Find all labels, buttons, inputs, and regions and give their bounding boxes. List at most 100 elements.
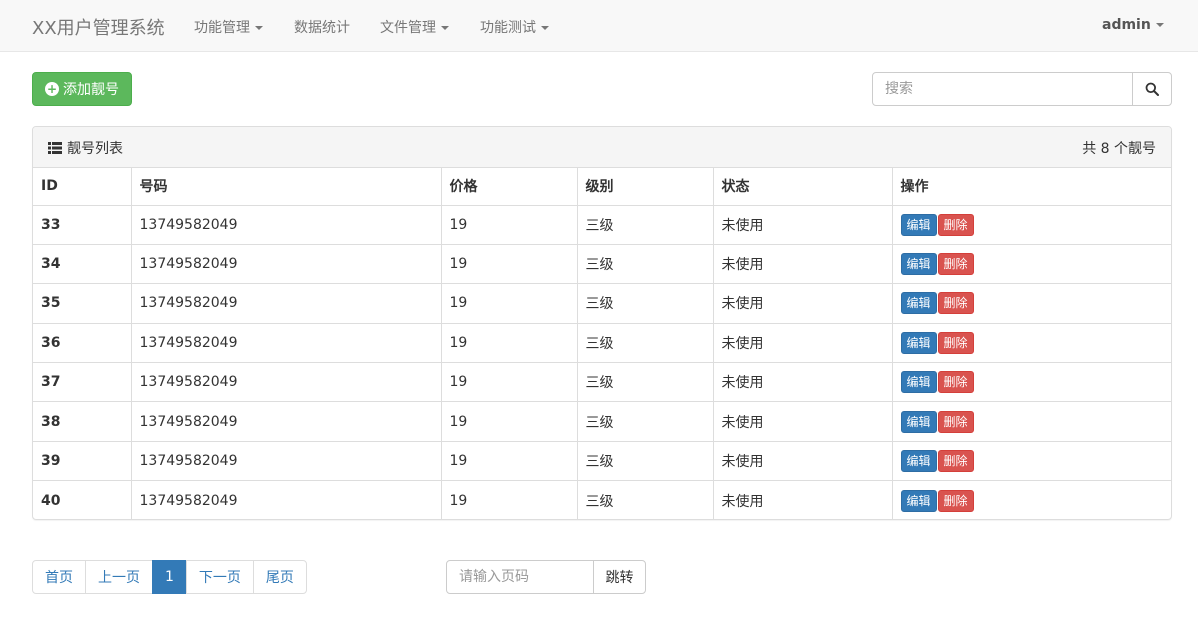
price-cell: 19 — [441, 362, 578, 403]
edit-button[interactable]: 编辑 — [900, 450, 937, 473]
status-cell: 未使用 — [713, 362, 893, 403]
actions-cell: 编辑 删除 — [892, 441, 1171, 482]
level-cell: 三级 — [577, 401, 714, 442]
column-header: 价格 — [441, 168, 578, 206]
number-cell: 13749582049 — [131, 441, 442, 482]
first-page-link[interactable]: 首页 — [32, 560, 86, 594]
price-cell: 19 — [441, 441, 578, 482]
price-cell: 19 — [441, 323, 578, 364]
edit-button[interactable]: 编辑 — [900, 213, 937, 236]
table-row: 37 13749582049 19 三级 未使用 编辑 删除 — [33, 362, 1171, 403]
price-cell: 19 — [441, 480, 578, 519]
search-input[interactable] — [872, 72, 1133, 106]
edit-button[interactable]: 编辑 — [900, 371, 937, 394]
column-header: 操作 — [892, 168, 1171, 206]
delete-button[interactable]: 删除 — [937, 331, 974, 354]
number-cell: 13749582049 — [131, 283, 442, 324]
nav-item-function-management[interactable]: 功能管理 — [194, 17, 263, 37]
number-cell: 13749582049 — [131, 401, 442, 442]
jump-button[interactable]: 跳转 — [593, 560, 646, 594]
brand-title[interactable]: XX用户管理系统 — [32, 14, 165, 40]
delete-button[interactable]: 删除 — [937, 371, 974, 394]
caret-down-icon — [255, 26, 263, 30]
actions-cell: 编辑 删除 — [892, 481, 1171, 519]
table-header-row: ID 号码 价格 级别 状态 操作 — [33, 168, 1171, 206]
page-number-input[interactable] — [446, 560, 594, 594]
level-cell: 三级 — [577, 244, 714, 285]
level-cell: 三级 — [577, 441, 714, 482]
actions-cell: 编辑 删除 — [892, 205, 1171, 245]
nav-item-data-statistics[interactable]: 数据统计 — [294, 17, 350, 37]
delete-button[interactable]: 删除 — [937, 489, 974, 512]
status-cell: 未使用 — [713, 401, 893, 442]
plus-circle-icon: + — [45, 82, 59, 96]
table-row: 38 13749582049 19 三级 未使用 编辑 删除 — [33, 401, 1171, 442]
edit-button[interactable]: 编辑 — [900, 331, 937, 354]
number-table: ID 号码 价格 级别 状态 操作 33 13749582049 19 三级 未使用 编辑… — [33, 168, 1171, 519]
table-row: 35 13749582049 19 三级 未使用 编辑 删除 — [33, 283, 1171, 324]
table-row: 40 13749582049 19 三级 未使用 编辑 删除 — [33, 480, 1171, 519]
nav-item-file-management[interactable]: 文件管理 — [380, 17, 449, 37]
level-cell: 三级 — [577, 205, 714, 245]
panel-heading: 靓号列表 共 8 个靓号 — [33, 127, 1171, 168]
level-cell: 三级 — [577, 362, 714, 403]
actions-cell: 编辑 删除 — [892, 323, 1171, 364]
edit-button[interactable]: 编辑 — [900, 253, 937, 276]
column-header: 级别 — [577, 168, 714, 206]
status-cell: 未使用 — [713, 441, 893, 482]
actions-cell: 编辑 删除 — [892, 244, 1171, 285]
delete-button[interactable]: 删除 — [937, 253, 974, 276]
caret-down-icon — [441, 26, 449, 30]
price-cell: 19 — [441, 283, 578, 324]
number-list-panel: 靓号列表 共 8 个靓号 ID 号码 价格 级别 状态 操作 33 1374958… — [32, 126, 1172, 520]
nav-item-function-test[interactable]: 功能测试 — [480, 17, 549, 37]
add-number-button[interactable]: + 添加靓号 — [32, 72, 132, 106]
last-page-link[interactable]: 尾页 — [252, 560, 307, 594]
id-cell: 37 — [33, 362, 132, 403]
search-icon — [1145, 82, 1159, 96]
table-row: 33 13749582049 19 三级 未使用 编辑 删除 — [33, 205, 1171, 245]
delete-button[interactable]: 删除 — [937, 450, 974, 473]
list-icon — [48, 142, 62, 154]
number-cell: 13749582049 — [131, 205, 442, 245]
id-cell: 36 — [33, 323, 132, 364]
id-cell: 35 — [33, 283, 132, 324]
current-page-link[interactable]: 1 — [152, 560, 187, 594]
next-page-link[interactable]: 下一页 — [185, 560, 254, 594]
number-cell: 13749582049 — [131, 362, 442, 403]
edit-button[interactable]: 编辑 — [900, 292, 937, 315]
pagination: 首页 上一页 1 下一页 尾页 — [32, 560, 307, 594]
id-cell: 38 — [33, 401, 132, 442]
status-cell: 未使用 — [713, 323, 893, 364]
price-cell: 19 — [441, 244, 578, 285]
column-header: 号码 — [131, 168, 442, 206]
price-cell: 19 — [441, 205, 578, 245]
edit-button[interactable]: 编辑 — [900, 410, 937, 433]
caret-down-icon — [1155, 23, 1164, 27]
search-button[interactable] — [1132, 72, 1172, 106]
level-cell: 三级 — [577, 480, 714, 519]
level-cell: 三级 — [577, 323, 714, 364]
id-cell: 34 — [33, 244, 132, 285]
column-header: 状态 — [713, 168, 893, 206]
status-cell: 未使用 — [713, 244, 893, 285]
status-cell: 未使用 — [713, 205, 893, 245]
number-cell: 13749582049 — [131, 480, 442, 519]
price-cell: 19 — [441, 401, 578, 442]
user-menu[interactable]: admin — [1102, 17, 1164, 33]
panel-title: 靓号列表 — [48, 138, 123, 158]
status-cell: 未使用 — [713, 283, 893, 324]
delete-button[interactable]: 删除 — [937, 410, 974, 433]
edit-button[interactable]: 编辑 — [900, 489, 937, 512]
actions-cell: 编辑 删除 — [892, 401, 1171, 442]
table-row: 39 13749582049 19 三级 未使用 编辑 删除 — [33, 441, 1171, 482]
id-cell: 33 — [33, 205, 132, 245]
id-cell: 40 — [33, 480, 132, 519]
delete-button[interactable]: 删除 — [937, 213, 974, 236]
table-row: 34 13749582049 19 三级 未使用 编辑 删除 — [33, 244, 1171, 285]
delete-button[interactable]: 删除 — [937, 292, 974, 315]
actions-cell: 编辑 删除 — [892, 283, 1171, 324]
id-cell: 39 — [33, 441, 132, 482]
prev-page-link[interactable]: 上一页 — [85, 560, 153, 594]
navbar: XX用户管理系统 功能管理 数据统计 文件管理 功能测试 admin — [0, 0, 1198, 52]
